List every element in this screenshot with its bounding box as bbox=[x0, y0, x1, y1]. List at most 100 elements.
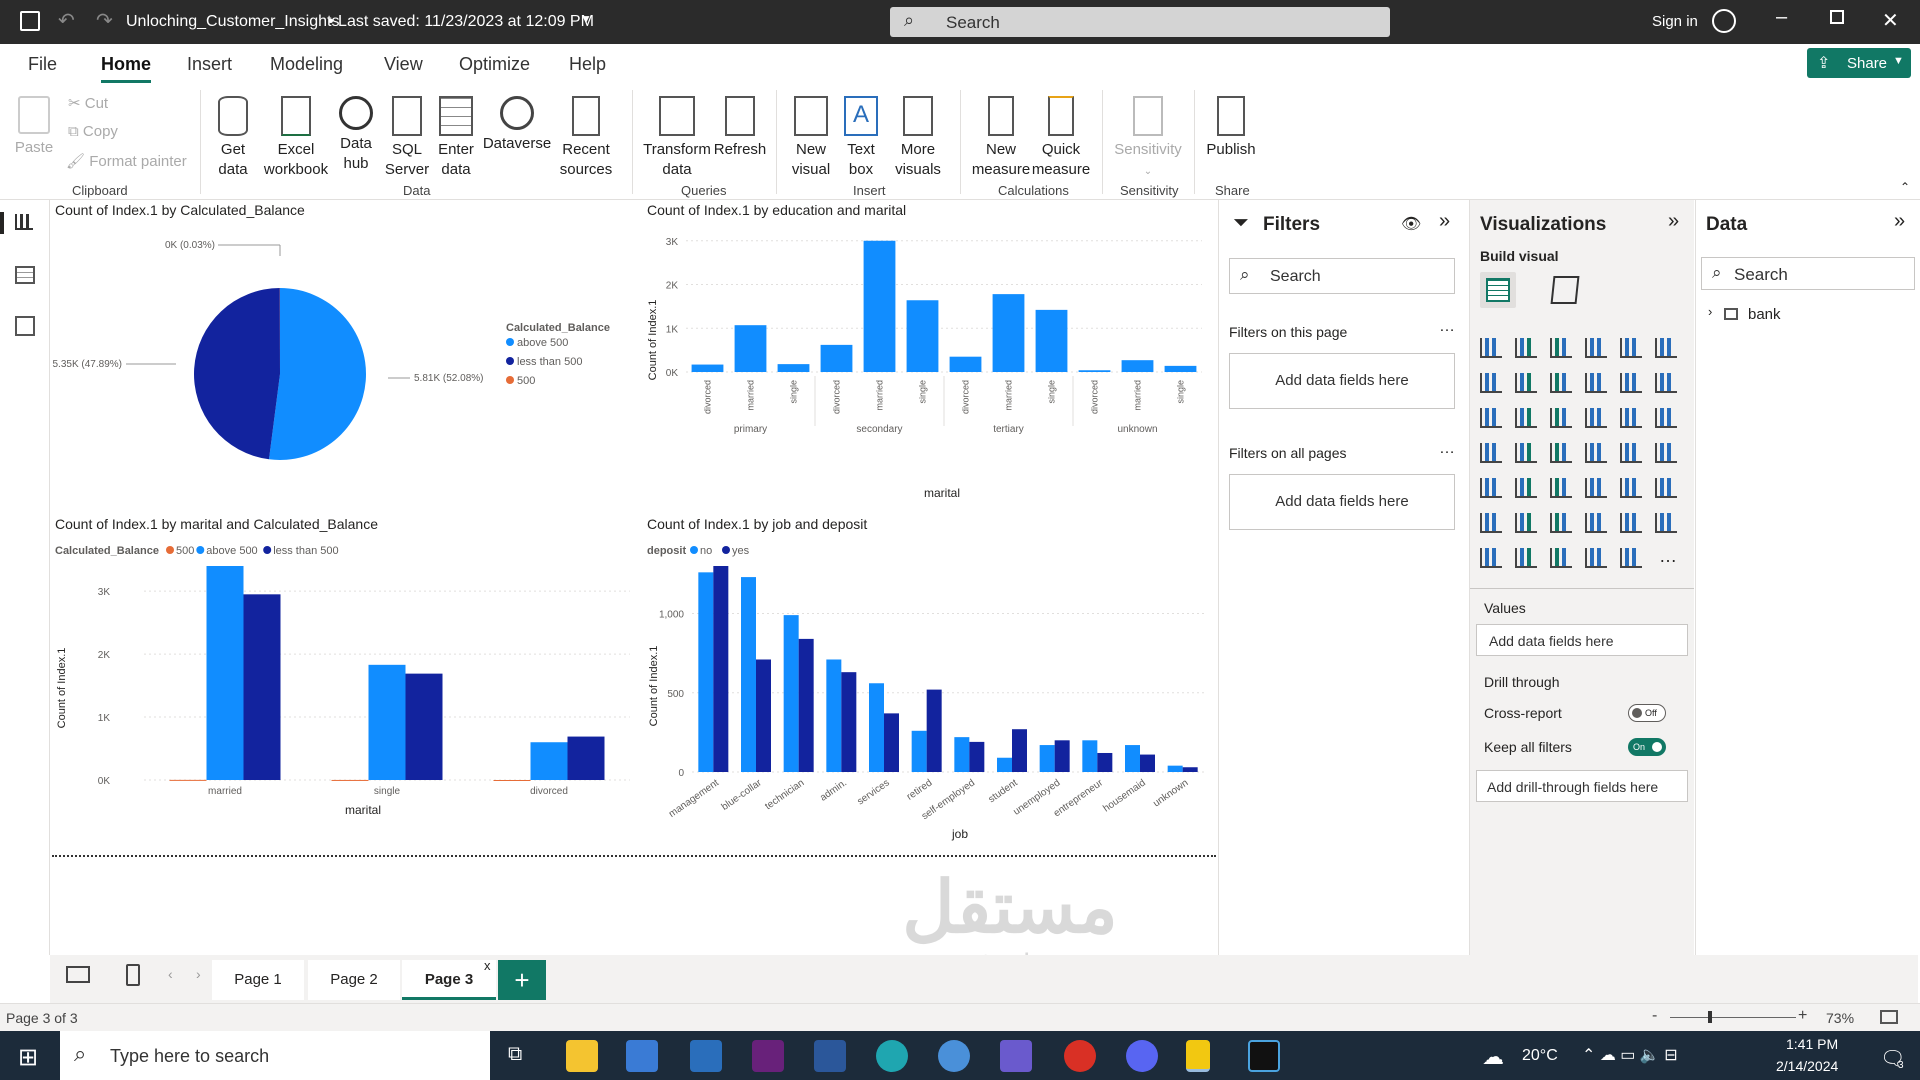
bar[interactable] bbox=[826, 659, 842, 772]
legend-item[interactable]: yes bbox=[732, 545, 750, 557]
visual-type-icon[interactable] bbox=[1515, 373, 1537, 393]
visual-type-icon[interactable] bbox=[1550, 513, 1572, 533]
file-explorer-icon[interactable] bbox=[566, 1040, 598, 1072]
collapse-icon[interactable]: » bbox=[1894, 210, 1905, 233]
bar[interactable] bbox=[783, 615, 799, 772]
bar[interactable] bbox=[1097, 752, 1113, 772]
visual-type-icon[interactable] bbox=[1620, 443, 1642, 463]
bar[interactable] bbox=[992, 294, 1025, 372]
tab-file[interactable]: File bbox=[28, 54, 57, 75]
mail-icon[interactable] bbox=[690, 1040, 722, 1072]
visual-type-icon[interactable] bbox=[1585, 548, 1607, 568]
minimize-icon[interactable]: – bbox=[1776, 6, 1787, 29]
visual-type-icon[interactable] bbox=[1550, 408, 1572, 428]
visual-type-icon[interactable] bbox=[1655, 373, 1677, 393]
pie-slice-above-500[interactable] bbox=[268, 288, 366, 460]
visual-type-icon[interactable] bbox=[1620, 338, 1642, 358]
bar[interactable] bbox=[1167, 765, 1183, 772]
zoom-slider[interactable] bbox=[1670, 1011, 1796, 1023]
share-button[interactable]: ⇪ Share ▼ bbox=[1807, 48, 1911, 78]
eye-icon[interactable]: 👁 bbox=[1401, 214, 1421, 234]
undo-icon[interactable]: ↶ bbox=[58, 8, 75, 33]
fit-page-icon[interactable] bbox=[1880, 1010, 1898, 1024]
filters-page-dropzone[interactable]: Add data fields here bbox=[1229, 353, 1455, 409]
bar[interactable] bbox=[169, 779, 207, 781]
bar[interactable] bbox=[243, 594, 281, 780]
bar[interactable] bbox=[841, 672, 857, 772]
visual-type-icon[interactable] bbox=[1480, 338, 1502, 358]
visual-type-icon[interactable] bbox=[1480, 548, 1502, 568]
bar[interactable] bbox=[756, 659, 771, 772]
add-page-button[interactable]: + bbox=[498, 960, 546, 1000]
visual-type-icon[interactable] bbox=[1620, 548, 1642, 568]
tab-view[interactable]: View bbox=[384, 54, 423, 75]
pie-chart[interactable]: 0K (0.03%) 5.81K (52.08%) 5.35K (47.89%)… bbox=[50, 222, 640, 502]
legend-item[interactable]: above 500 bbox=[206, 545, 257, 557]
legend-item[interactable]: 500 bbox=[176, 545, 194, 557]
bar[interactable] bbox=[926, 689, 942, 772]
windows-start-icon[interactable]: ⊞ bbox=[18, 1043, 38, 1072]
data-hub-button[interactable]: Data hub bbox=[333, 96, 379, 174]
visual-type-icon[interactable] bbox=[1515, 478, 1537, 498]
table-view-icon[interactable] bbox=[15, 266, 35, 284]
visual-studio-icon[interactable] bbox=[752, 1040, 784, 1072]
visual-type-icon[interactable] bbox=[1620, 478, 1642, 498]
bar[interactable] bbox=[1082, 740, 1098, 772]
visual-type-icon[interactable] bbox=[1655, 513, 1677, 533]
visual-type-icon[interactable] bbox=[1550, 338, 1572, 358]
page-tab-1[interactable]: Page 1 bbox=[212, 960, 304, 1000]
visual-type-icon[interactable] bbox=[1480, 513, 1502, 533]
chevron-right-icon[interactable]: › bbox=[1708, 304, 1712, 319]
bar[interactable] bbox=[1182, 767, 1198, 772]
format-visual-icon[interactable] bbox=[1550, 276, 1580, 304]
bar[interactable] bbox=[1012, 729, 1027, 772]
report-view-icon[interactable] bbox=[15, 214, 33, 230]
zoom-thumb[interactable] bbox=[1708, 1011, 1712, 1023]
visual-type-icon[interactable] bbox=[1550, 373, 1572, 393]
power-bi-icon[interactable] bbox=[1186, 1040, 1210, 1072]
excel-workbook-button[interactable]: Excel workbook bbox=[260, 96, 332, 180]
get-data-button[interactable]: Get data bbox=[208, 96, 258, 180]
bing-icon[interactable] bbox=[1000, 1040, 1032, 1072]
bar[interactable] bbox=[530, 742, 568, 780]
sensitivity-button[interactable]: Sensitivity ⌄ bbox=[1110, 96, 1186, 182]
maximize-icon[interactable] bbox=[1830, 10, 1844, 24]
tab-home[interactable]: Home bbox=[101, 54, 151, 75]
sign-in-link[interactable]: Sign in bbox=[1652, 13, 1698, 30]
legend-item[interactable]: above 500 bbox=[517, 337, 568, 349]
visual-type-icon[interactable] bbox=[1655, 408, 1677, 428]
zoom-out-icon[interactable]: - bbox=[1652, 1007, 1657, 1025]
transform-data-button[interactable]: Transform data bbox=[642, 96, 712, 180]
bar[interactable] bbox=[906, 300, 939, 372]
visual-type-icon[interactable] bbox=[1550, 443, 1572, 463]
collapse-icon[interactable]: » bbox=[1439, 210, 1450, 233]
visual-type-icon[interactable] bbox=[1585, 408, 1607, 428]
bar[interactable] bbox=[1125, 745, 1140, 772]
legend-item[interactable]: 500 bbox=[517, 375, 535, 387]
model-view-icon[interactable] bbox=[15, 316, 35, 336]
bar[interactable] bbox=[368, 664, 406, 780]
visual-type-icon[interactable] bbox=[1585, 443, 1607, 463]
job-bar-chart[interactable]: deposit no yes 1,000 500 0managementblue-co… bbox=[642, 536, 1217, 846]
taskbar-search[interactable]: ⌕ Type here to search bbox=[60, 1031, 490, 1080]
visual-type-icon[interactable] bbox=[1655, 443, 1677, 463]
bar[interactable] bbox=[997, 757, 1012, 772]
bar[interactable] bbox=[1121, 360, 1154, 372]
bar[interactable] bbox=[1140, 754, 1155, 772]
zoom-in-icon[interactable]: + bbox=[1798, 1007, 1807, 1025]
visual-type-icon[interactable] bbox=[1620, 513, 1642, 533]
tray-icons[interactable]: ⌃ ☁ ▭ 🔈 ⊟ bbox=[1582, 1045, 1678, 1065]
more-visuals-button[interactable]: More visuals bbox=[888, 96, 948, 180]
bar[interactable] bbox=[869, 683, 884, 772]
bar[interactable] bbox=[741, 577, 756, 772]
bar[interactable] bbox=[1164, 365, 1197, 372]
bar[interactable] bbox=[954, 737, 970, 772]
bar[interactable] bbox=[1035, 309, 1068, 372]
bar[interactable] bbox=[777, 364, 810, 372]
visual-type-icon[interactable] bbox=[1515, 408, 1537, 428]
close-icon[interactable]: ✕ bbox=[1882, 8, 1899, 33]
visual-type-icon[interactable] bbox=[1550, 478, 1572, 498]
desktop-layout-icon[interactable] bbox=[66, 966, 90, 983]
pie-slice-less-than-500[interactable] bbox=[193, 288, 280, 460]
next-page-icon[interactable]: › bbox=[196, 966, 201, 982]
